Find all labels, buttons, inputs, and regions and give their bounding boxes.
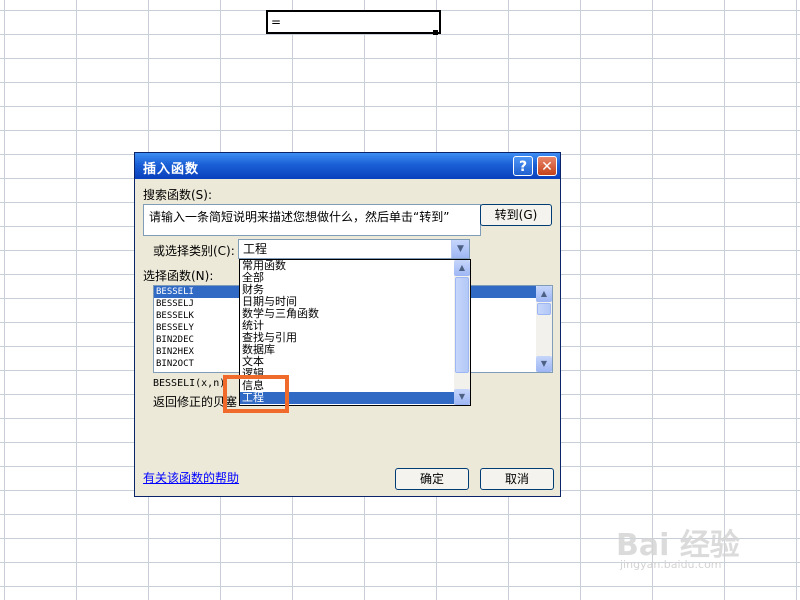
scroll-thumb[interactable] [455, 277, 469, 373]
category-value: 工程 [243, 242, 268, 256]
function-label: 选择函数(N): [143, 269, 214, 283]
scroll-up-icon[interactable]: ▲ [536, 286, 552, 302]
scroll-down-icon[interactable]: ▼ [454, 389, 470, 405]
close-icon[interactable]: ✕ [537, 156, 557, 176]
ok-button[interactable]: 确定 [395, 468, 469, 490]
category-option[interactable]: 数学与三角函数 [240, 308, 470, 320]
category-option[interactable]: 数据库 [240, 344, 470, 356]
goto-button[interactable]: 转到(G) [480, 204, 552, 226]
cancel-button[interactable]: 取消 [480, 468, 554, 490]
function-list-scrollbar[interactable]: ▲ ▼ [536, 286, 552, 372]
category-option[interactable]: 文本 [240, 356, 470, 368]
chevron-down-icon[interactable]: ▼ [451, 240, 469, 258]
function-signature: BESSELI(x,n) [153, 378, 226, 389]
category-select[interactable]: 工程 ▼ [238, 239, 470, 259]
category-option[interactable]: 常用函数 [240, 260, 470, 272]
scroll-up-icon[interactable]: ▲ [454, 260, 470, 276]
insert-function-dialog: 插入函数 ? ✕ 搜索函数(S): 请输入一条简短说明来描述您想做什么，然后单击… [134, 152, 561, 497]
scroll-down-icon[interactable]: ▼ [536, 356, 552, 372]
search-input[interactable]: 请输入一条简短说明来描述您想做什么，然后单击“转到” [143, 204, 481, 236]
category-label: 或选择类别(C): [153, 244, 235, 258]
annotation-highlight-box [223, 375, 289, 413]
active-cell[interactable]: = [266, 10, 441, 34]
dialog-title: 插入函数 [143, 162, 200, 177]
fill-handle[interactable] [433, 30, 438, 35]
scroll-thumb[interactable] [537, 303, 551, 315]
watermark-url: jingyan.baidu.com [620, 558, 722, 571]
dropdown-scrollbar[interactable]: ▲ ▼ [454, 260, 470, 405]
function-help-link[interactable]: 有关该函数的帮助 [143, 469, 239, 486]
dialog-titlebar[interactable]: 插入函数 ? ✕ [135, 153, 560, 179]
help-icon[interactable]: ? [513, 156, 533, 176]
search-label: 搜索函数(S): [143, 188, 213, 202]
category-option[interactable]: 全部 [240, 272, 470, 284]
